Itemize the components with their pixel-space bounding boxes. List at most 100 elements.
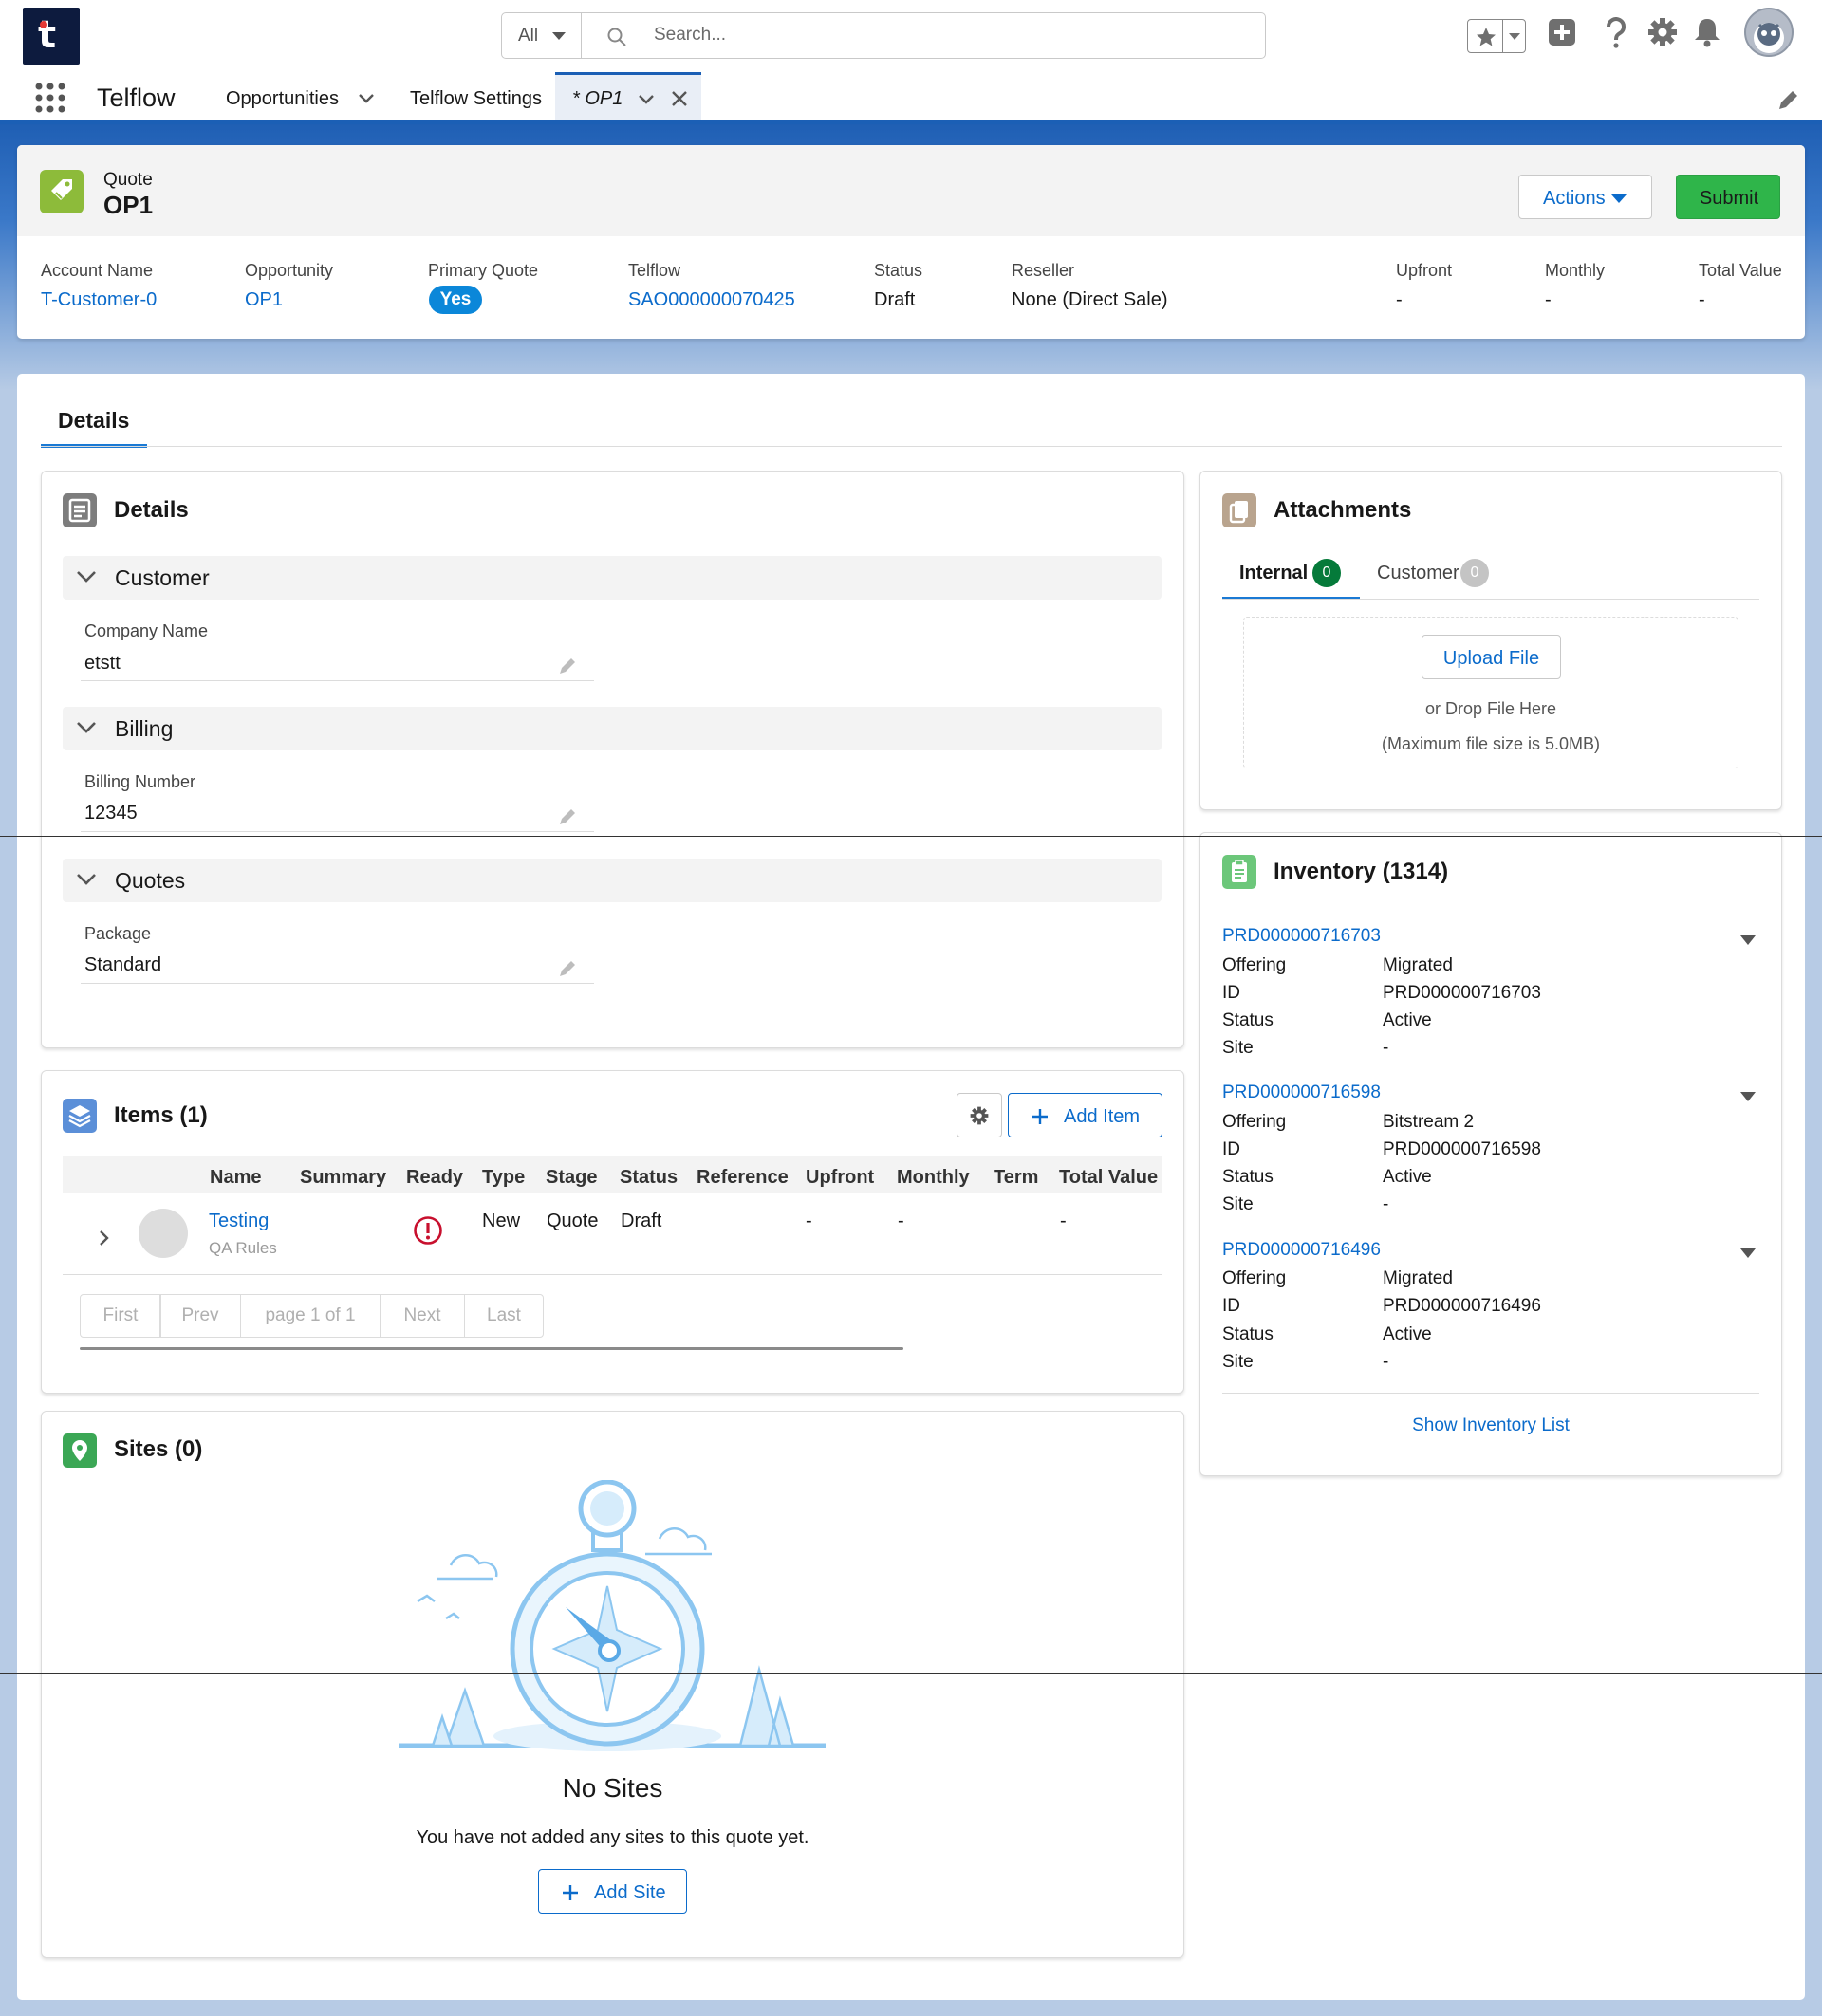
nav-item-telflow-settings[interactable]: Telflow Settings [410,88,542,110]
pager-next-button[interactable]: Next [380,1294,465,1338]
col-term[interactable]: Term [994,1167,1038,1189]
telflow-link[interactable]: SAO000000070425 [628,289,795,311]
label-id: ID [1222,1139,1240,1159]
pager-prev-button[interactable]: Prev [159,1294,241,1338]
nav-item-opportunities[interactable]: Opportunities [226,88,339,110]
app-launcher-icon[interactable] [34,82,66,114]
gear-icon[interactable] [1647,17,1678,47]
item-type: New [482,1211,521,1231]
label-offering: Offering [1222,955,1287,975]
items-title: Items (1) [114,1102,208,1128]
col-name[interactable]: Name [210,1167,261,1189]
attachments-title: Attachments [1274,497,1412,523]
no-sites-title: No Sites [562,1773,663,1803]
label-status: Status [1222,1010,1274,1030]
items-settings-button[interactable] [957,1093,1002,1137]
label-offering: Offering [1222,1112,1287,1132]
item-stage: Quote [547,1211,599,1231]
edit-nav-icon[interactable] [1776,89,1799,112]
col-monthly[interactable]: Monthly [897,1167,970,1189]
user-avatar[interactable] [1744,8,1794,57]
record-name: OP1 [103,191,154,219]
edit-pencil-icon[interactable] [558,807,577,826]
search-scope-select[interactable]: All [502,13,582,58]
status-value: Active [1383,1010,1432,1030]
close-icon[interactable] [671,90,688,107]
search-input[interactable] [654,21,1223,49]
monthly-value: - [1545,289,1552,310]
item-name-link[interactable]: Testing [209,1211,269,1232]
section-billing[interactable]: Billing [63,707,1162,750]
field-label-account-name: Account Name [41,261,154,280]
error-icon [414,1216,442,1245]
label-id: ID [1222,1296,1240,1316]
favorites-button[interactable] [1467,19,1526,53]
package-value: Standard [84,954,162,975]
inventory-link[interactable]: PRD000000716703 [1222,926,1381,947]
global-search: All [501,12,1266,59]
add-item-button[interactable]: Add Item [1008,1093,1162,1137]
field-label-status: Status [874,261,923,280]
label-site: Site [1222,1038,1254,1058]
drop-file-text: or Drop File Here [1424,699,1557,718]
help-icon[interactable] [1604,17,1628,49]
pager-first-button[interactable]: First [80,1294,161,1338]
chevron-down-icon[interactable] [1740,1092,1756,1101]
tab-internal[interactable]: Internal 0 [1222,556,1360,600]
tab-details[interactable]: Details [41,404,147,448]
offering-value: Migrated [1383,955,1453,975]
col-summary[interactable]: Summary [300,1167,386,1189]
object-label: Quote [103,170,153,190]
edit-pencil-icon[interactable] [558,657,577,675]
chevron-down-icon [1611,194,1627,203]
col-reference[interactable]: Reference [697,1167,789,1189]
label-id: ID [1222,983,1240,1003]
col-ready[interactable]: Ready [406,1167,463,1189]
chevron-down-icon[interactable] [1740,935,1756,945]
tab-op1[interactable]: * OP1 [555,72,701,120]
account-name-link[interactable]: T-Customer-0 [41,289,157,311]
chevron-right-icon[interactable] [99,1230,110,1247]
stitch-divider [0,836,1822,837]
inventory-link[interactable]: PRD000000716598 [1222,1082,1381,1103]
col-upfront[interactable]: Upfront [806,1167,874,1189]
internal-count-badge: 0 [1312,559,1341,587]
field-label-opportunity: Opportunity [245,261,334,280]
item-avatar [139,1209,188,1258]
billing-number-value: 12345 [84,803,138,823]
pager-last-button[interactable]: Last [464,1294,544,1338]
chevron-down-icon [1509,33,1520,40]
label-status: Status [1222,1167,1274,1187]
status-value: Active [1383,1167,1432,1187]
add-site-button[interactable]: Add Site [538,1869,687,1914]
col-total-value[interactable]: Total Value [1059,1167,1158,1189]
add-icon[interactable] [1547,17,1577,47]
telflow-logo[interactable]: t [23,8,80,65]
col-type[interactable]: Type [482,1167,525,1189]
col-status[interactable]: Status [620,1167,678,1189]
field-label-primary-quote: Primary Quote [428,261,539,280]
details-icon [63,493,97,527]
field-label-package: Package [84,924,152,943]
chevron-down-icon[interactable] [638,94,655,105]
chevron-down-icon[interactable] [1740,1248,1756,1258]
col-stage[interactable]: Stage [546,1167,597,1189]
bell-icon[interactable] [1693,17,1721,47]
upfront-value: - [1396,289,1403,310]
chevron-down-icon[interactable] [358,93,375,104]
upload-file-button[interactable]: Upload File [1422,635,1561,679]
actions-button[interactable]: Actions [1518,175,1652,219]
tab-customer[interactable]: Customer 0 [1377,556,1505,600]
edit-pencil-icon[interactable] [558,959,577,978]
horizontal-scrollbar[interactable] [80,1347,903,1350]
opportunity-link[interactable]: OP1 [245,289,283,311]
section-customer[interactable]: Customer [63,556,1162,600]
item-status: Draft [621,1211,662,1231]
item-monthly: - [898,1211,904,1231]
inventory-link[interactable]: PRD000000716496 [1222,1240,1381,1261]
show-inventory-list-link[interactable]: Show Inventory List [1199,1415,1782,1436]
search-icon [607,28,626,46]
submit-button[interactable]: Submit [1676,175,1780,219]
site-value: - [1383,1038,1389,1058]
section-quotes[interactable]: Quotes [63,859,1162,902]
